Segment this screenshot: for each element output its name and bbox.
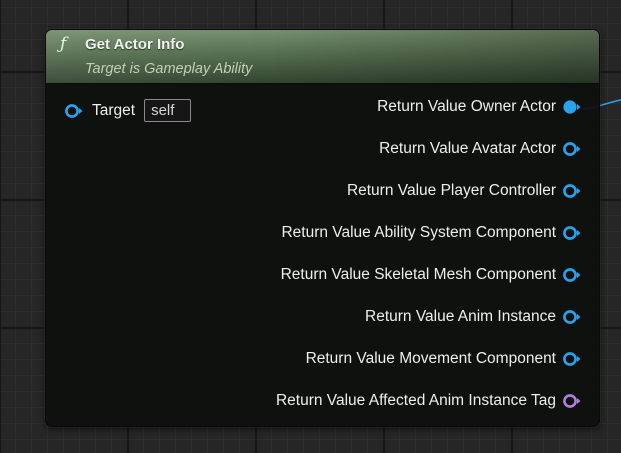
output-pin-row[interactable]: Return Value Player Controller xyxy=(347,182,582,200)
output-pin-label: Return Value Skeletal Mesh Component xyxy=(280,266,556,283)
input-pin-label: Target xyxy=(92,101,136,119)
input-pin-row-target[interactable]: Target self xyxy=(64,99,192,122)
function-icon: ƒ xyxy=(60,34,67,54)
output-pin-label: Return Value Owner Actor xyxy=(377,98,556,115)
object-pin-icon[interactable] xyxy=(64,103,84,119)
object-pin-icon[interactable] xyxy=(562,99,582,115)
get-actor-info-node[interactable]: ƒ Get Actor Info Target is Gameplay Abil… xyxy=(45,29,600,427)
node-title: Get Actor Info xyxy=(85,36,185,53)
output-pin-label: Return Value Movement Component xyxy=(305,350,556,367)
output-pin-label: Return Value Ability System Component xyxy=(281,224,556,241)
output-pin-row[interactable]: Return Value Avatar Actor xyxy=(379,140,582,158)
output-pin-row[interactable]: Return Value Affected Anim Instance Tag xyxy=(276,392,582,410)
object-pin-icon[interactable] xyxy=(562,351,582,367)
output-pin-label: Return Value Anim Instance xyxy=(365,308,556,325)
object-pin-icon[interactable] xyxy=(562,183,582,199)
object-pin-icon[interactable] xyxy=(562,309,582,325)
output-pin-label: Return Value Avatar Actor xyxy=(379,140,556,157)
output-pin-row[interactable]: Return Value Owner Actor xyxy=(377,98,582,116)
object-pin-icon[interactable] xyxy=(562,141,582,157)
node-header[interactable]: ƒ Get Actor Info Target is Gameplay Abil… xyxy=(46,30,599,84)
node-subtitle: Target is Gameplay Ability xyxy=(85,61,253,77)
struct-pin-icon[interactable] xyxy=(562,393,582,409)
object-pin-icon[interactable] xyxy=(562,267,582,283)
output-pin-row[interactable]: Return Value Movement Component xyxy=(306,350,582,368)
target-value-field[interactable]: self xyxy=(144,99,192,122)
output-pin-label: Return Value Player Controller xyxy=(346,182,556,199)
output-pin-label: Return Value Affected Anim Instance Tag xyxy=(275,392,556,409)
output-pin-row[interactable]: Return Value Anim Instance xyxy=(365,308,582,326)
object-pin-icon[interactable] xyxy=(562,225,582,241)
output-pin-row[interactable]: Return Value Ability System Component xyxy=(281,224,582,242)
output-pin-row[interactable]: Return Value Skeletal Mesh Component xyxy=(281,266,582,284)
